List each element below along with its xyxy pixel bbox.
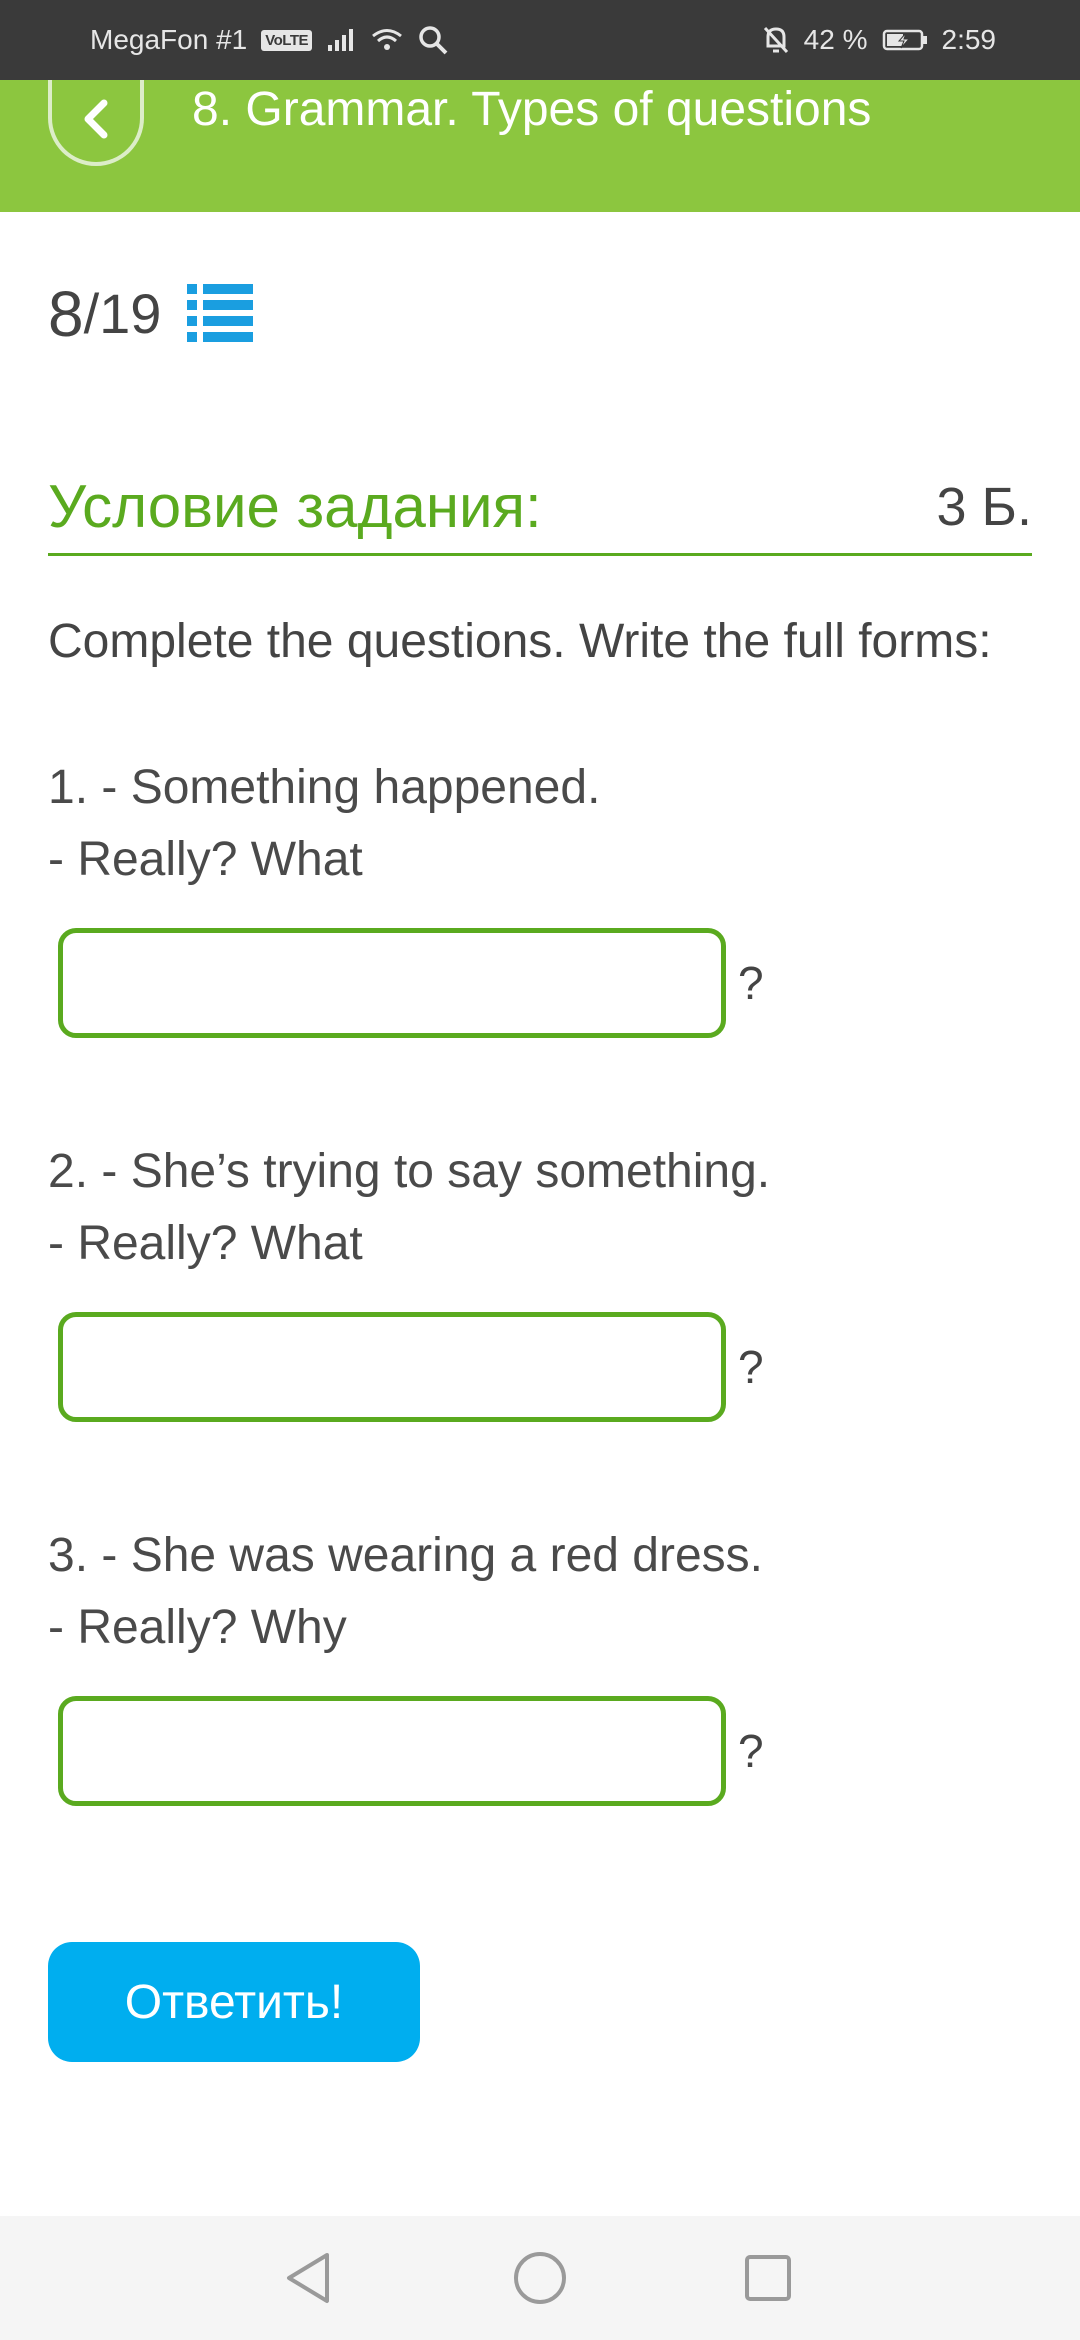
page-title: 8. Grammar. Types of questions [192, 83, 872, 136]
question-list-icon[interactable] [185, 282, 255, 346]
status-right: 42 % 2:59 [762, 24, 996, 56]
battery-charging-icon [882, 28, 928, 52]
status-left: MegaFon #1 VoLTE [90, 24, 448, 56]
question-statement: 1. - Something happened. [48, 761, 601, 814]
nav-recents-icon[interactable] [728, 2238, 808, 2318]
answer-input-1[interactable] [58, 928, 726, 1038]
task-instruction: Complete the questions. Write the full f… [48, 615, 992, 668]
nav-home-icon[interactable] [500, 2238, 580, 2318]
answer-input-3[interactable] [58, 1696, 726, 1806]
submit-answer-button[interactable]: Ответить! [48, 1942, 420, 2062]
question-prompt: - Really? What [48, 833, 363, 886]
question-mark: ? [738, 1725, 764, 1777]
question-prompt: - Really? Why [48, 1601, 347, 1654]
total-questions: /19 [83, 282, 162, 345]
answer-input-2[interactable] [58, 1312, 726, 1422]
signal-icon [326, 27, 356, 53]
volte-badge: VoLTE [261, 29, 312, 51]
wifi-icon [370, 27, 404, 53]
status-bar: MegaFon #1 VoLTE 42 % 2:59 [0, 0, 1080, 80]
clock-time: 2:59 [941, 24, 997, 55]
nav-back-icon[interactable] [268, 2238, 348, 2318]
search-icon [418, 25, 448, 55]
answer-row: ? [58, 928, 1032, 1038]
task-condition-header: Условие задания: 3 Б. [48, 460, 1032, 556]
system-navigation-bar [0, 2216, 1080, 2340]
question-item: 3. - She was wearing a red dress. - Real… [48, 1520, 1032, 1806]
question-mark: ? [738, 1341, 764, 1393]
question-prompt: - Really? What [48, 1217, 363, 1270]
question-statement: 3. - She was wearing a red dress. [48, 1529, 764, 1582]
answer-row: ? [58, 1696, 1032, 1806]
current-question-number: 8 [48, 278, 84, 350]
condition-label: Условие задания: [48, 473, 542, 540]
question-statement: 2. - She’s trying to say something. [48, 1145, 771, 1198]
back-button[interactable] [48, 80, 144, 166]
question-item: 2. - She’s trying to say something. - Re… [48, 1136, 1032, 1422]
app-header: 8. Grammar. Types of questions [0, 80, 1080, 212]
question-counter: 8 /19 [48, 282, 255, 346]
points-value: 3 Б. [936, 476, 1032, 537]
carrier-name: MegaFon #1 [90, 24, 248, 55]
chevron-left-icon [76, 97, 116, 146]
question-mark: ? [738, 957, 764, 1009]
question-item: 1. - Something happened. - Really? What … [48, 752, 1032, 1038]
answer-row: ? [58, 1312, 1032, 1422]
silent-bell-icon [762, 25, 790, 55]
battery-percent: 42 % [803, 24, 868, 55]
